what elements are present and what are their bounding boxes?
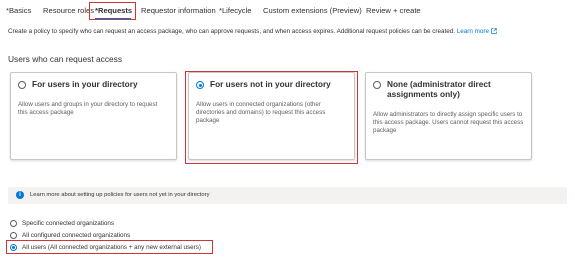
radio-users-in-directory[interactable]	[18, 81, 26, 89]
selected-card-highlight	[185, 71, 358, 164]
selected-option-highlight	[6, 240, 213, 254]
radio-none-admin-direct[interactable]	[373, 81, 381, 89]
tab-review-create[interactable]: Review + create	[366, 6, 421, 16]
tab-resource-roles[interactable]: Resource roles	[43, 6, 94, 16]
tab-lifecycle[interactable]: *Lifecycle	[219, 6, 252, 16]
description-text: Create a policy to specify who can reque…	[8, 28, 455, 35]
tab-requestor-information[interactable]: Requestor information	[141, 6, 216, 16]
tab-custom-extensions[interactable]: Custom extensions (Preview)	[263, 6, 362, 16]
card-description: Allow users and groups in your directory…	[18, 101, 158, 116]
learn-more-label: Learn more	[456, 28, 489, 35]
tab-basics[interactable]: *Basics	[6, 6, 31, 16]
radio-all-configured-orgs[interactable]	[10, 232, 17, 239]
learn-more-link[interactable]: Learn more	[457, 28, 497, 35]
page-description: Create a policy to specify who can reque…	[8, 27, 497, 36]
wizard-tabs: *Basics Resource roles *Requests Request…	[0, 0, 575, 22]
info-icon: i	[16, 191, 24, 199]
option-label: All configured connected organizations	[22, 232, 131, 239]
requests-tab-highlight	[89, 2, 136, 20]
card-users-in-directory[interactable]: For users in your directory Allow users …	[10, 72, 177, 160]
radio-specific-orgs[interactable]	[10, 220, 17, 227]
info-bar: i Learn more about setting up policies f…	[8, 187, 567, 204]
card-title: None (administrator direct assignments o…	[387, 79, 491, 99]
option-label: Specific connected organizations	[22, 220, 115, 227]
card-description: Allow administrators to directly assign …	[373, 111, 524, 134]
card-title: For users in your directory	[32, 79, 138, 89]
external-link-icon	[490, 28, 497, 34]
card-none-admin-direct[interactable]: None (administrator direct assignments o…	[365, 72, 532, 160]
info-text[interactable]: Learn more about setting up policies for…	[30, 191, 209, 199]
section-title: Users who can request access	[8, 54, 123, 64]
